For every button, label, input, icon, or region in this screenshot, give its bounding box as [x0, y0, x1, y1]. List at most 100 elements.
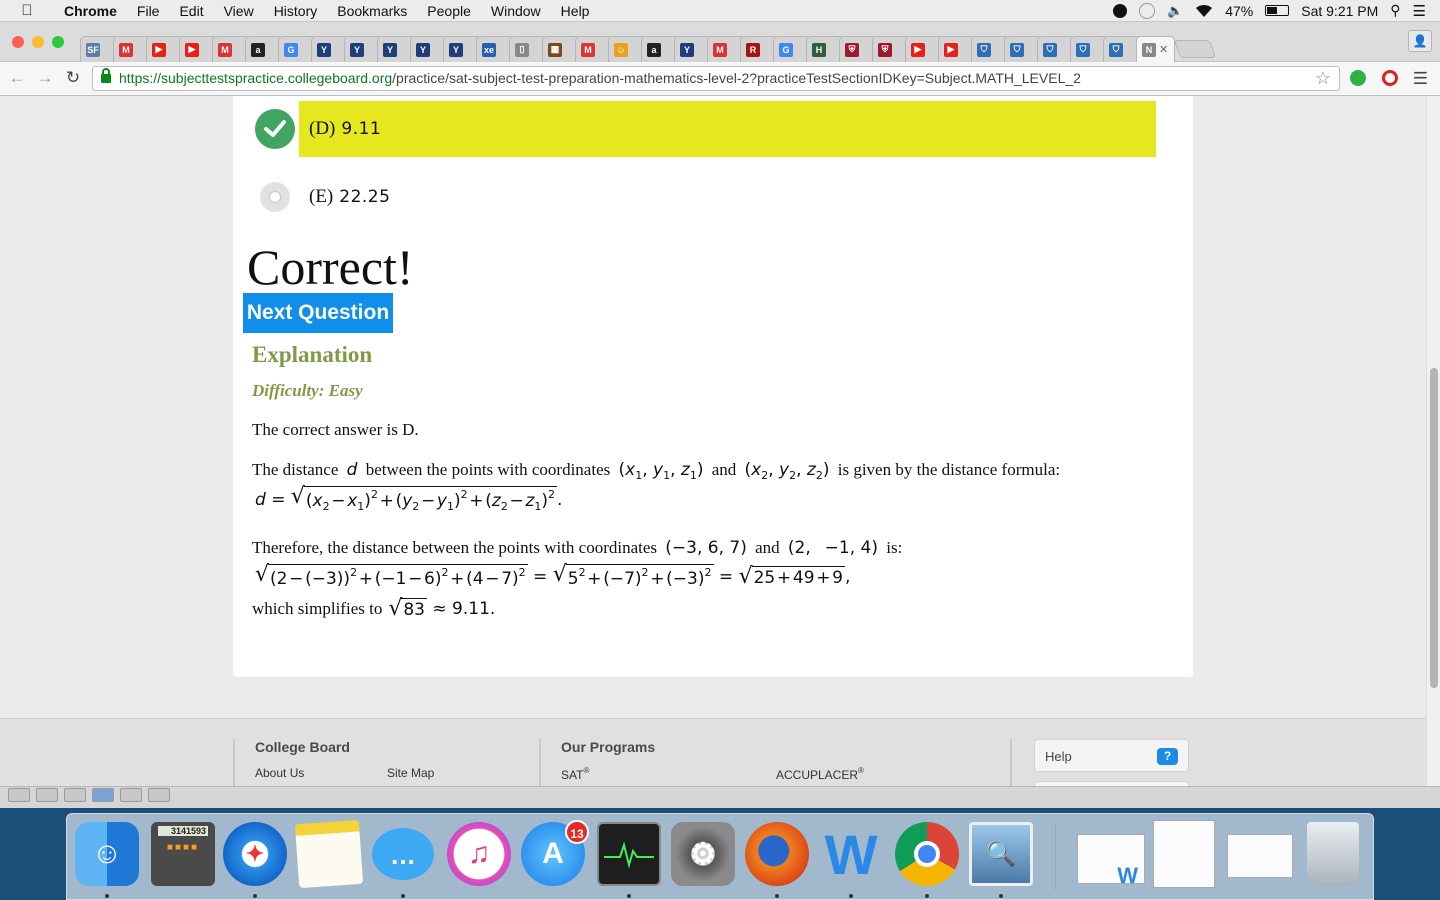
view-image-icon[interactable] [64, 788, 86, 802]
running-indicator [925, 894, 929, 898]
menu-bookmarks[interactable]: Bookmarks [327, 3, 417, 19]
menu-window[interactable]: Window [481, 3, 551, 19]
option-e[interactable]: (E) 22.25 [233, 169, 633, 225]
tab-favicon-icon: ▶ [944, 42, 958, 57]
dock: ☺ 3141593 ■■■■ ✦ … ♫ A 13 ⚙ W 🔍 W [66, 813, 1374, 900]
messages-icon[interactable]: … [371, 822, 435, 886]
itunes-icon[interactable]: ♫ [447, 822, 511, 886]
reload-button[interactable]: ↻ [62, 67, 84, 89]
tab-favicon-icon: ▶ [911, 42, 925, 57]
new-tab-button[interactable] [1173, 40, 1217, 58]
tab-favicon-icon: ⛉ [1010, 42, 1024, 57]
next-question-button[interactable]: Next Question [243, 293, 393, 333]
tab-favicon-icon: a [251, 42, 265, 57]
activity-monitor-icon[interactable] [597, 822, 661, 886]
view-outline-icon[interactable] [36, 788, 58, 802]
site-map-link[interactable]: Site Map [387, 766, 434, 780]
vertical-scrollbar[interactable] [1426, 96, 1440, 808]
lock-icon [101, 68, 111, 83]
tab-favicon-icon: N [1142, 42, 1156, 57]
tab-favicon-icon: M [119, 42, 133, 57]
spotlight-search-icon[interactable]: ⚲ [1390, 2, 1400, 19]
safari-icon[interactable]: ✦ [223, 822, 287, 886]
finder-icon[interactable]: ☺ [75, 822, 139, 886]
menu-people[interactable]: People [417, 3, 481, 19]
menu-history[interactable]: History [264, 3, 328, 19]
browser-tab-active[interactable]: N ✕ [1136, 36, 1175, 62]
time-machine-icon[interactable] [1139, 2, 1156, 19]
profile-icon[interactable]: 👤 [1408, 30, 1432, 52]
clock[interactable]: Sat 9:21 PM [1301, 3, 1378, 19]
checkmark-icon [255, 109, 295, 149]
browser-window: SF M ▶ ▶ Ma G Y Y Y Y Yxe ▯ ▦ M ☺ a Y M R G H ⛨ ⛨ ▶ ▶ ⛉ ⛉ ⛉ ⛉ ⛉ N ✕ 👤 ←… [0, 22, 1440, 808]
chrome-icon[interactable] [895, 822, 959, 886]
distance-formula: d = √ (x2 − x1)2 + (y2 − y1)2 + (z2 − z1)… [255, 484, 563, 514]
minimized-dialog-window[interactable] [1227, 834, 1293, 878]
back-button[interactable]: ← [6, 67, 28, 89]
trash-icon[interactable] [1307, 822, 1359, 886]
menu-app-chrome[interactable]: Chrome [54, 3, 127, 19]
help-button[interactable]: Help ? [1034, 739, 1189, 772]
running-indicator [105, 894, 109, 898]
view-table-icon[interactable] [120, 788, 142, 802]
extension-green-icon[interactable] [1350, 70, 1366, 86]
tab-favicon-icon: M [218, 42, 232, 57]
address-bar[interactable]: https://subjecttestspractice.collegeboar… [92, 66, 1340, 91]
option-d[interactable]: (D) 9.11 [233, 101, 1156, 157]
view-list-icon[interactable] [8, 788, 30, 802]
menu-help[interactable]: Help [551, 3, 600, 19]
macos-menubar:  Chrome File Edit View History Bookmark… [0, 0, 1440, 22]
point-2-general: (x2, y2, z2) [744, 460, 830, 482]
notes-icon[interactable] [294, 819, 364, 889]
minimized-document-window[interactable] [1153, 820, 1215, 888]
menu-file[interactable]: File [127, 3, 170, 19]
help-label: Help [1045, 749, 1072, 764]
tab-favicon-icon: H [812, 42, 826, 57]
help-question-icon: ? [1157, 748, 1178, 765]
url-path: /practice/sat-subject-test-preparation-m… [392, 70, 1081, 86]
accuplacer-link[interactable]: ACCUPLACER® [776, 766, 864, 782]
tab-favicon-icon: G [284, 42, 298, 57]
finder-view-strip [0, 786, 1440, 808]
radio-button[interactable] [260, 182, 290, 212]
minimize-window-button[interactable] [32, 36, 44, 48]
minimized-word-window[interactable]: W [1077, 834, 1145, 888]
volume-icon[interactable]: 🔈 [1167, 3, 1183, 19]
difficulty-label: Difficulty: Easy [252, 381, 363, 400]
calculator-icon[interactable]: 3141593 ■■■■ [151, 822, 215, 886]
zoom-window-button[interactable] [52, 36, 64, 48]
running-indicator [775, 894, 779, 898]
apple-icon[interactable]:  [0, 2, 54, 19]
final-value: ≈ 9.11. [432, 599, 496, 619]
wifi-icon[interactable] [1195, 4, 1213, 18]
tab-favicon-icon: Y [416, 42, 430, 57]
opera-extension-icon[interactable] [1382, 70, 1398, 86]
sat-link[interactable]: SAT® [561, 766, 589, 782]
word-icon[interactable]: W [819, 822, 883, 886]
view-gallery-icon[interactable] [148, 788, 170, 802]
forward-button[interactable]: → [34, 67, 56, 89]
notification-center-icon[interactable]: ☰ [1413, 2, 1426, 20]
footer-heading-college-board: College Board [255, 739, 350, 755]
tab-favicon-icon: ▦ [548, 42, 562, 57]
system-preferences-icon[interactable]: ⚙ [671, 822, 735, 886]
close-window-button[interactable] [12, 36, 24, 48]
close-tab-icon[interactable]: ✕ [1159, 43, 1168, 56]
tab-favicon-icon: M [581, 42, 595, 57]
firefox-icon[interactable] [745, 822, 809, 886]
p2-and: and [755, 538, 780, 557]
view-columns-icon[interactable] [92, 788, 114, 802]
scrollbar-thumb[interactable] [1430, 368, 1438, 688]
bookmark-star-icon[interactable]: ☆ [1315, 67, 1331, 90]
preview-icon[interactable]: 🔍 [969, 822, 1033, 886]
p2-text-a: Therefore, the distance between the poin… [252, 538, 658, 557]
chrome-menu-icon[interactable]: ☰ [1413, 69, 1428, 89]
running-indicator [401, 894, 405, 898]
menu-view[interactable]: View [214, 3, 264, 19]
tab-favicon-icon: a [647, 42, 661, 57]
point-1-general: (x1, y1, z1) [618, 460, 704, 482]
menu-edit[interactable]: Edit [169, 3, 213, 19]
status-app-icon[interactable] [1113, 3, 1128, 18]
about-us-link[interactable]: About Us [255, 766, 304, 780]
battery-icon[interactable] [1265, 5, 1290, 16]
